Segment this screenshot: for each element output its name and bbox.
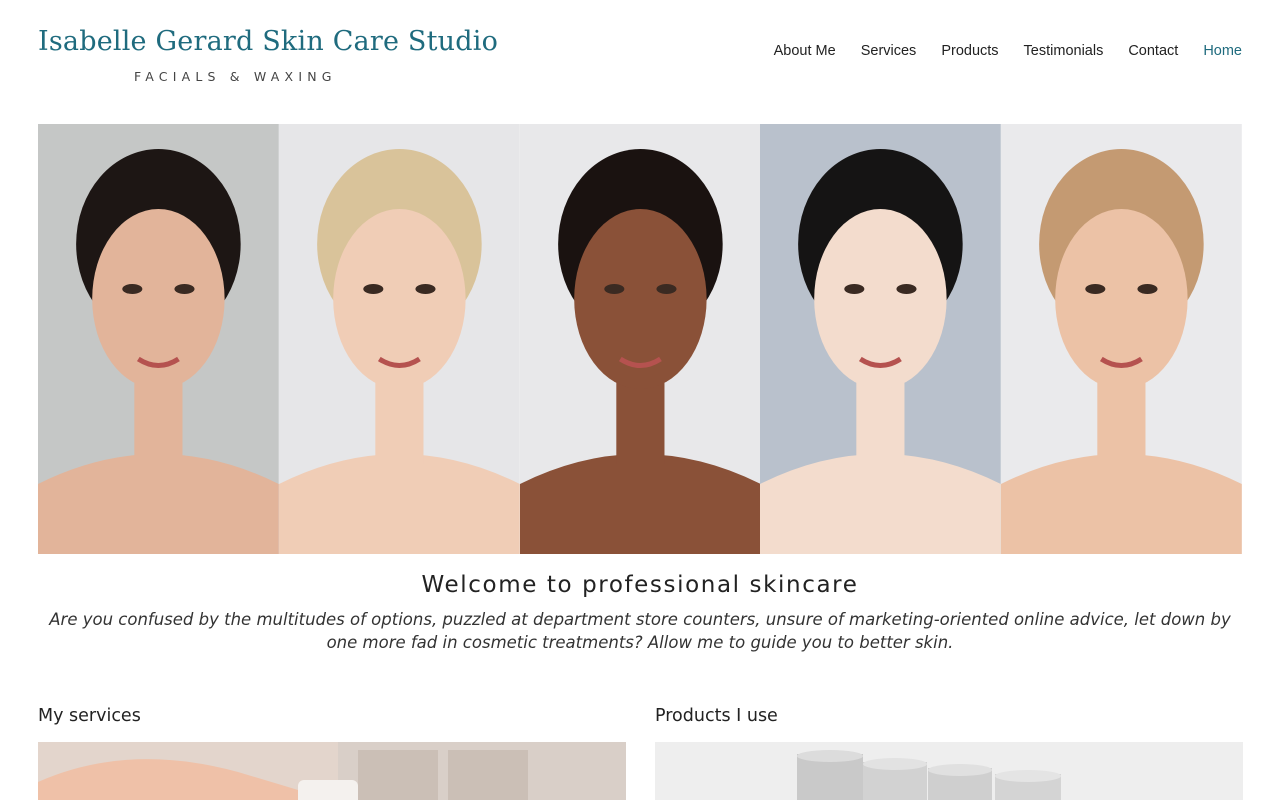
portrait-4	[760, 124, 1002, 554]
products-heading: Products I use	[655, 706, 778, 726]
services-image[interactable]	[38, 742, 626, 800]
welcome-text: Are you confused by the multitudes of op…	[49, 610, 1231, 652]
products-image[interactable]	[655, 742, 1243, 800]
site-title[interactable]: Isabelle Gerard Skin Care Studio	[38, 26, 498, 57]
main-nav: About Me Services Products Testimonials …	[774, 43, 1242, 59]
welcome-heading: Welcome to professional skincare	[421, 572, 859, 598]
services-section: My services	[38, 706, 626, 800]
portrait-1	[38, 124, 279, 554]
services-heading: My services	[38, 706, 141, 726]
nav-products[interactable]: Products	[941, 43, 998, 59]
portrait-2	[278, 124, 520, 554]
welcome-section: Welcome to professional skincare Are you…	[0, 572, 1280, 654]
nav-services[interactable]: Services	[861, 43, 917, 59]
nav-about-me[interactable]: About Me	[774, 43, 836, 59]
portrait-5	[1001, 124, 1242, 554]
hero-banner	[38, 124, 1242, 554]
products-section: Products I use	[655, 706, 1243, 800]
nav-home[interactable]: Home	[1203, 43, 1242, 59]
brand[interactable]: Isabelle Gerard Skin Care Studio FACIALS…	[38, 26, 498, 84]
nav-contact[interactable]: Contact	[1128, 43, 1178, 59]
nav-testimonials[interactable]: Testimonials	[1024, 43, 1104, 59]
portrait-3	[519, 124, 761, 554]
site-tagline: FACIALS & WAXING	[134, 69, 337, 84]
